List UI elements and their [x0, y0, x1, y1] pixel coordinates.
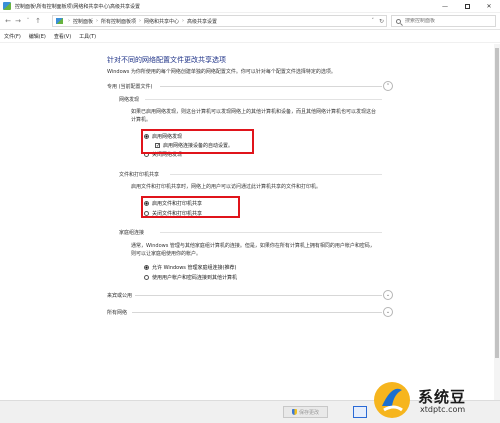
file-sharing-heading: 文件和打印机共享 [119, 172, 160, 178]
network-discovery-text: 如果已启用网络发现，则这台计算机可以发现网络上的其他计算机和设备，而且其他网络计… [131, 109, 377, 123]
chevron-right-icon: › [182, 18, 185, 24]
option-label: 使用用户帐户和密码连接到其他计算机 [152, 275, 238, 281]
divider [135, 295, 382, 296]
menu-file[interactable]: 文件(F) [4, 33, 21, 40]
chevron-right-icon: › [68, 18, 70, 24]
breadcrumb-item[interactable]: 高级共享设置 [187, 18, 217, 25]
section-private-label[interactable]: 专用 (当前配置文件) [107, 83, 153, 90]
divider [145, 99, 382, 100]
menu-view[interactable]: 查看(V) [54, 33, 71, 40]
divider [132, 312, 382, 313]
section-all-label[interactable]: 所有网络 [107, 309, 127, 316]
divider [170, 174, 382, 175]
control-panel-icon [3, 2, 11, 10]
search-input[interactable] [405, 18, 490, 24]
breadcrumb-item[interactable]: 控制面板 [73, 18, 93, 25]
search-icon [396, 18, 401, 24]
network-discovery-heading: 网络发现 [119, 97, 140, 103]
watermark-url: xtdptc.com [420, 405, 466, 414]
file-sharing-text: 启用文件和打印机共享时，网络上的用户可以访问通过此计算机共享的文件和打印机。 [131, 184, 322, 190]
close-button[interactable]: ✕ [478, 0, 500, 13]
radio-windows-manage[interactable]: 允许 Windows 管理家庭组连接(推荐) [144, 264, 236, 271]
uac-shield-icon [291, 409, 297, 415]
menu-bar: 文件(F) 编辑(E) 查看(V) 工具(T) [0, 31, 500, 43]
radio-use-account[interactable]: 使用用户帐户和密码连接到其他计算机 [144, 274, 237, 281]
highlight-box [141, 196, 240, 218]
window-title: 控制面板\所有控制面板项\网络和共享中心\高级共享设置 [15, 3, 141, 10]
watermark-text: 系统豆 [418, 388, 467, 406]
save-label: 保存更改 [298, 409, 319, 416]
maximize-icon [464, 4, 470, 9]
forward-button[interactable]: → [13, 15, 23, 27]
control-panel-icon [56, 18, 63, 24]
breadcrumb[interactable]: › 控制面板 › 所有控制面板项 › 网络和共享中心 › 高级共享设置 ˅ ↻ [52, 15, 387, 27]
chevron-down-icon[interactable]: ˅ [372, 18, 375, 24]
page-description: Windows 为你所使用的每个网络创建单独的网络配置文件。你可以针对每个配置文… [107, 69, 336, 75]
chevron-right-icon: › [139, 18, 142, 24]
divider [160, 232, 382, 233]
menu-edit[interactable]: 编辑(E) [29, 33, 46, 40]
homegroup-heading: 家庭组连接 [119, 230, 145, 236]
page-title: 针对不同的网络配置文件更改共享选项 [107, 56, 226, 64]
chevron-right-icon: › [96, 18, 99, 24]
option-label: 允许 Windows 管理家庭组连接(推荐) [152, 265, 237, 271]
address-bar: ← → ˅ ↑ › 控制面板 › 所有控制面板项 › 网络和共享中心 › 高级共… [0, 13, 500, 30]
cancel-button[interactable] [353, 406, 367, 418]
chevron-up-icon[interactable]: ⌃ [383, 81, 393, 91]
watermark-logo-icon [374, 382, 410, 418]
breadcrumb-item[interactable]: 网络和共享中心 [144, 18, 179, 25]
save-changes-button[interactable]: 保存更改 [283, 406, 328, 418]
chevron-down-icon[interactable]: ⌄ [383, 290, 393, 300]
up-button[interactable]: ↑ [33, 15, 43, 27]
scrollbar-thumb[interactable] [495, 48, 499, 358]
search-box[interactable] [391, 15, 496, 27]
scrollbar[interactable] [494, 44, 500, 400]
minimize-button[interactable]: — [434, 0, 456, 13]
recent-locations-icon[interactable]: ˅ [23, 15, 33, 27]
content-area: 针对不同的网络配置文件更改共享选项 Windows 为你所使用的每个网络创建单独… [0, 44, 500, 400]
refresh-icon[interactable]: ↻ [379, 18, 384, 25]
radio-selected[interactable] [144, 265, 149, 270]
chevron-down-icon[interactable]: ⌄ [383, 307, 393, 317]
maximize-button[interactable] [456, 0, 478, 13]
title-bar: 控制面板\所有控制面板项\网络和共享中心\高级共享设置 — ✕ [0, 0, 500, 13]
divider [160, 86, 382, 87]
menu-tools[interactable]: 工具(T) [79, 33, 96, 40]
back-button[interactable]: ← [3, 15, 13, 27]
breadcrumb-item[interactable]: 所有控制面板项 [101, 18, 136, 25]
highlight-box [141, 129, 254, 154]
radio-unselected[interactable] [144, 275, 149, 280]
homegroup-text: 通常，Windows 管理与其他家庭组计算机的连接。但是，如果你在所有计算机上拥… [131, 243, 375, 257]
section-guest-label[interactable]: 来宾或公用 [107, 292, 132, 299]
